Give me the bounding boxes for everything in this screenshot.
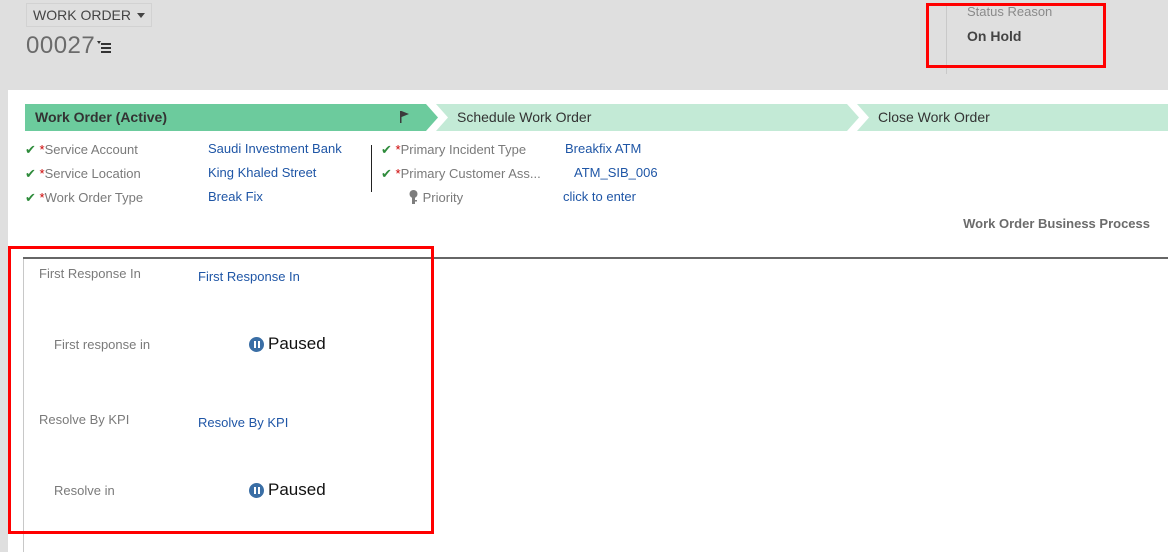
status-reason-value[interactable]: On Hold — [967, 28, 1021, 44]
service-account-value[interactable]: Saudi Investment Bank — [208, 141, 342, 156]
field-service-account: ✔ *Service Account — [25, 142, 138, 157]
work-order-type-value[interactable]: Break Fix — [208, 189, 263, 204]
pause-icon — [249, 482, 264, 498]
checkmark-icon: ✔ — [25, 142, 36, 157]
record-title: 00027 — [26, 32, 96, 59]
entity-label: WORK ORDER — [33, 7, 131, 23]
header-divider — [946, 4, 947, 74]
first-response-timer-label: First response in — [54, 337, 151, 352]
field-work-order-type: ✔ *Work Order Type — [25, 190, 144, 205]
first-response-timer: Paused — [249, 334, 326, 354]
flag-icon — [400, 111, 409, 123]
checkmark-icon: ✔ — [25, 190, 36, 205]
primary-customer-asset-value[interactable]: ATM_SIB_006 — [574, 165, 658, 180]
key-icon — [409, 190, 418, 204]
record-menu-icon[interactable] — [97, 41, 115, 55]
sla-resolve-by-link[interactable]: Resolve By KPI — [198, 415, 288, 430]
section-divider — [23, 257, 1168, 259]
stage-work-order[interactable]: Work Order (Active) — [25, 104, 426, 131]
section-left-border — [23, 259, 24, 552]
status-reason-label: Status Reason — [967, 4, 1053, 19]
field-primary-incident-type: ✔ *Primary Incident Type — [381, 142, 527, 157]
sla-first-response-label: First Response In — [39, 266, 141, 281]
timer-status-text: Paused — [268, 480, 326, 499]
primary-incident-type-value[interactable]: Breakfix ATM — [565, 141, 641, 156]
checkmark-icon: ✔ — [381, 166, 392, 181]
column-divider — [371, 145, 372, 192]
business-process-bar: Work Order (Active) Schedule Work Order … — [25, 104, 1168, 131]
process-name: Work Order Business Process — [963, 216, 1150, 231]
field-service-location: ✔ *Service Location — [25, 166, 141, 181]
resolve-timer-label: Resolve in — [54, 483, 115, 498]
checkmark-icon: ✔ — [25, 166, 36, 181]
checkmark-icon: ✔ — [381, 142, 392, 157]
resolve-timer: Paused — [249, 480, 326, 500]
stage-schedule-work-order[interactable]: Schedule Work Order — [448, 104, 847, 131]
field-priority: Priority — [408, 190, 463, 206]
stage-close-work-order[interactable]: Close Work Order — [869, 104, 1168, 131]
pause-icon — [249, 336, 264, 352]
service-location-value[interactable]: King Khaled Street — [208, 165, 316, 180]
sla-first-response-link[interactable]: First Response In — [198, 269, 300, 284]
sla-resolve-by-label: Resolve By KPI — [39, 412, 130, 427]
timer-status-text: Paused — [268, 334, 326, 353]
chevron-down-icon — [137, 12, 145, 18]
main-content: Work Order (Active) Schedule Work Order … — [8, 90, 1168, 552]
field-primary-customer-asset: ✔ *Primary Customer Ass... — [381, 166, 541, 181]
priority-value[interactable]: click to enter — [563, 189, 636, 204]
record-header: WORK ORDER 00027 Status Reason On Hold — [0, 0, 1168, 90]
entity-switcher-button[interactable]: WORK ORDER — [26, 3, 152, 27]
